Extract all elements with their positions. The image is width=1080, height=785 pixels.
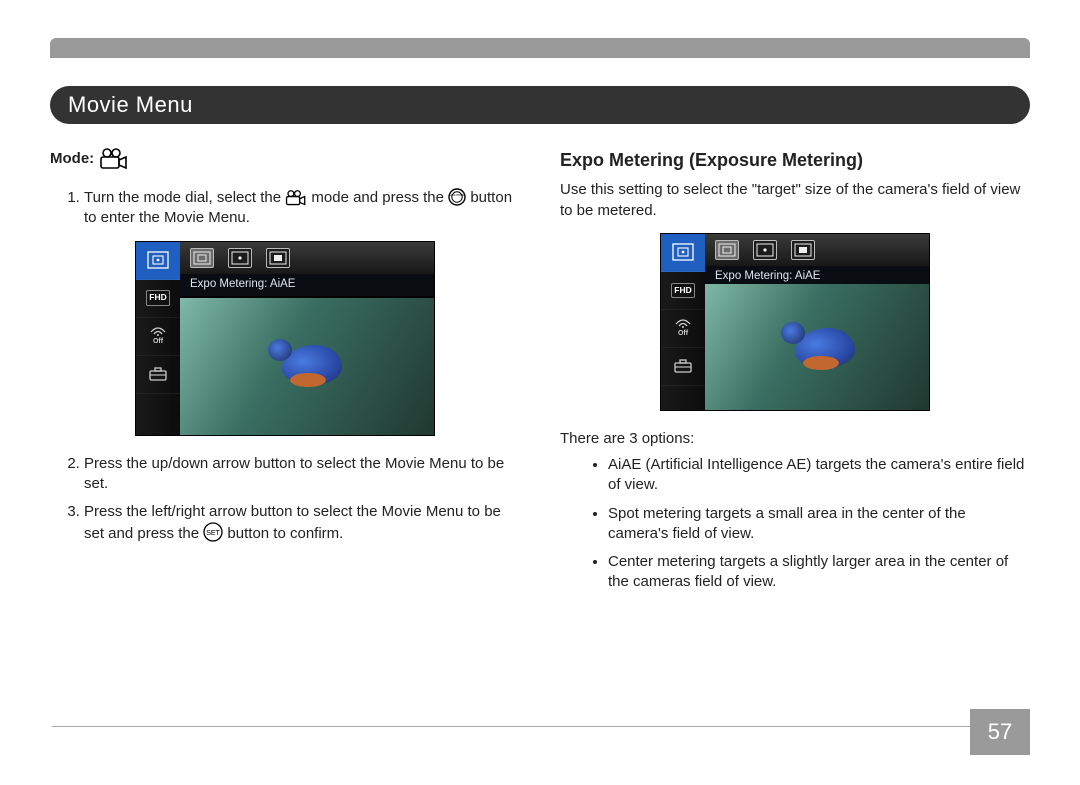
toolbox-icon xyxy=(136,356,180,394)
page-number: 57 xyxy=(970,709,1030,755)
wifi-off-icon: Off xyxy=(661,310,705,348)
metering-grid-icon xyxy=(715,240,739,260)
step-2: Press the up/down arrow button to select… xyxy=(84,454,520,495)
step-1-text-b: mode and press the xyxy=(311,189,448,206)
metering-center-icon xyxy=(266,248,290,268)
lcd-sidebar: FHD Off xyxy=(136,242,180,435)
metering-spot-icon xyxy=(753,240,777,260)
metering-center-icon xyxy=(791,240,815,260)
metering-grid-icon xyxy=(136,242,180,280)
set-button-icon: SET xyxy=(203,522,223,542)
lcd-screenshot-2-wrap: FHD Off E xyxy=(560,233,1030,411)
movie-icon xyxy=(285,190,307,206)
metering-grid-icon xyxy=(661,234,705,272)
lcd-screenshot-1-wrap: FHD Off E xyxy=(50,241,520,436)
option-aiae: AiAE (Artificial Intelligence AE) target… xyxy=(608,455,1030,496)
mode-label: Mode: xyxy=(50,149,94,169)
section-title-bar: Movie Menu xyxy=(50,86,1030,124)
right-column: Expo Metering (Exposure Metering) Use th… xyxy=(560,148,1030,601)
lcd-topbar xyxy=(705,234,929,266)
page-frame: Movie Menu Mode: Turn the mode dial, sel… xyxy=(50,38,1030,740)
bird-illustration xyxy=(795,328,855,368)
metering-grid-icon xyxy=(190,248,214,268)
wifi-off-icon: Off xyxy=(136,318,180,356)
toolbox-icon xyxy=(661,348,705,386)
lcd-photo xyxy=(705,284,929,410)
options-list: AiAE (Artificial Intelligence AE) target… xyxy=(560,455,1030,593)
fhd-icon: FHD xyxy=(136,280,180,318)
expo-metering-heading: Expo Metering (Exposure Metering) xyxy=(560,148,1030,172)
steps-list-continued: Press the up/down arrow button to select… xyxy=(50,454,520,545)
bird-illustration xyxy=(282,345,342,385)
step-1: Turn the mode dial, select the mode and … xyxy=(84,188,520,229)
footer-rule xyxy=(52,726,970,727)
top-decoration-bar xyxy=(50,38,1030,58)
step-3-text-b: button to confirm. xyxy=(227,525,343,542)
lcd-caption: Expo Metering: AiAE xyxy=(180,274,434,296)
left-column: Mode: Turn the mode dial, select the xyxy=(50,148,520,601)
option-spot: Spot metering targets a small area in th… xyxy=(608,504,1030,545)
step-1-text-a: Turn the mode dial, select the xyxy=(84,189,285,206)
lcd-sidebar: FHD Off xyxy=(661,234,705,410)
svg-text:SET: SET xyxy=(206,530,220,537)
svg-text:func menu: func menu xyxy=(449,193,465,197)
option-center: Center metering targets a slightly large… xyxy=(608,552,1030,593)
expo-metering-intro: Use this setting to select the "target" … xyxy=(560,180,1030,221)
metering-spot-icon xyxy=(228,248,252,268)
section-title: Movie Menu xyxy=(68,92,193,118)
func-menu-button-icon: func menu xyxy=(448,188,466,206)
content-columns: Mode: Turn the mode dial, select the xyxy=(50,148,1030,601)
lcd-photo xyxy=(180,298,434,435)
lcd-screenshot-2: FHD Off E xyxy=(660,233,930,411)
options-intro: There are 3 options: xyxy=(560,429,1030,449)
lcd-topbar xyxy=(180,242,434,274)
step-3: Press the left/right arrow button to sel… xyxy=(84,502,520,545)
steps-list: Turn the mode dial, select the mode and … xyxy=(50,188,520,229)
movie-icon xyxy=(100,148,128,170)
mode-line: Mode: xyxy=(50,148,520,170)
fhd-icon: FHD xyxy=(661,272,705,310)
lcd-screenshot-1: FHD Off E xyxy=(135,241,435,436)
